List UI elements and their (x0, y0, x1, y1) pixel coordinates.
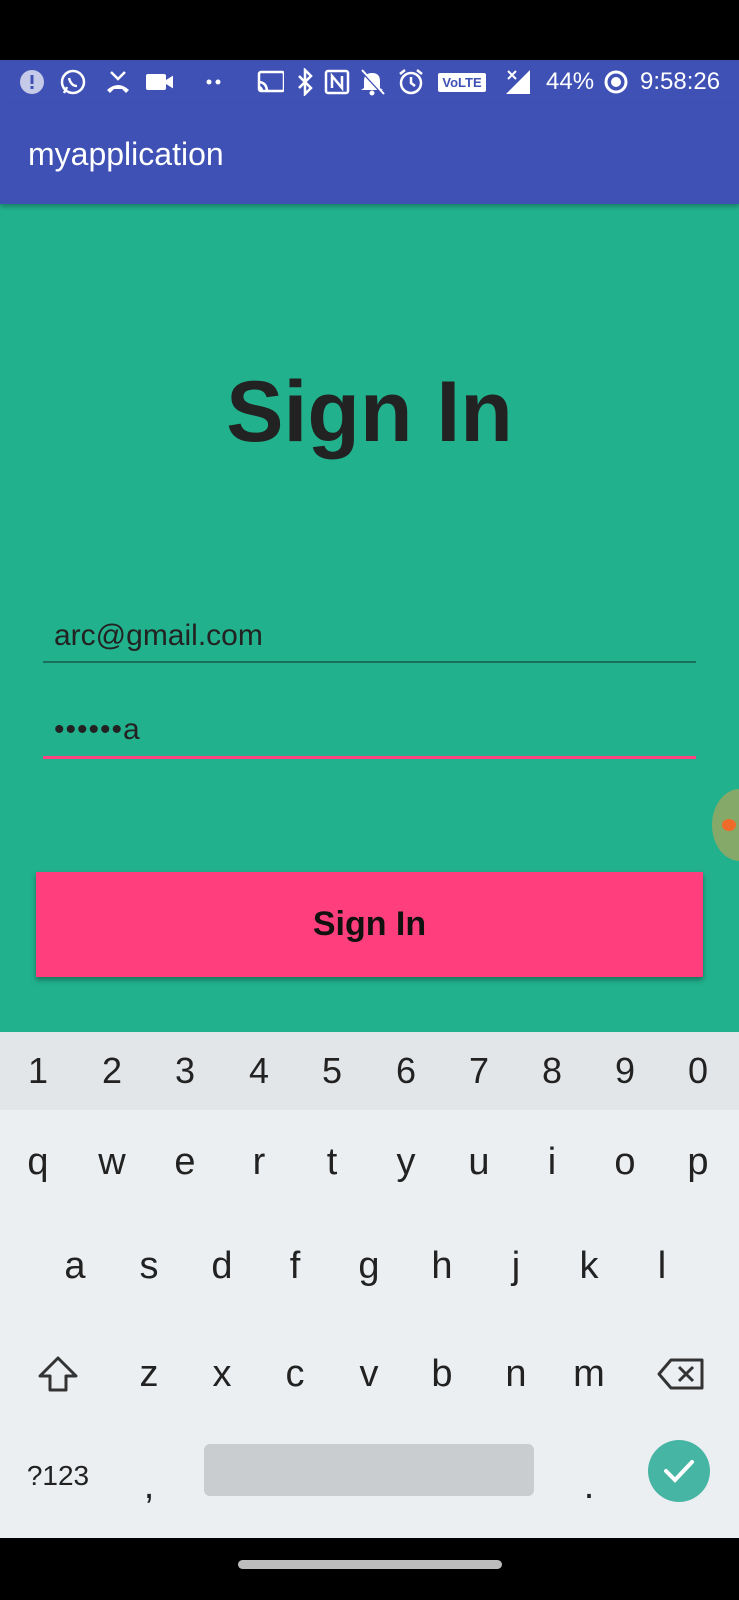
space-bar[interactable] (204, 1444, 534, 1496)
key-comma[interactable]: , (113, 1434, 185, 1538)
key-k[interactable]: k (553, 1214, 625, 1318)
video-icon (145, 68, 173, 96)
email-field[interactable]: arc@gmail.com (43, 614, 696, 664)
page-title: Sign In (226, 364, 513, 460)
key-j[interactable]: j (480, 1214, 552, 1318)
key-2[interactable]: 2 (76, 1032, 148, 1110)
key-1[interactable]: 1 (2, 1032, 74, 1110)
status-bar: VoLTE 44% 9:58:26 (0, 60, 739, 104)
bottom-row: ?123 , . (0, 1424, 739, 1528)
key-v[interactable]: v (333, 1322, 405, 1426)
done-check-icon[interactable] (648, 1440, 710, 1502)
alert-icon (18, 68, 46, 96)
key-r[interactable]: r (223, 1110, 295, 1214)
key-t[interactable]: t (296, 1110, 368, 1214)
key-z[interactable]: z (113, 1322, 185, 1426)
key-a[interactable]: a (39, 1214, 111, 1318)
key-7[interactable]: 7 (443, 1032, 515, 1110)
key-g[interactable]: g (333, 1214, 405, 1318)
missed-call-icon (104, 68, 132, 96)
key-i[interactable]: i (516, 1110, 588, 1214)
nfc-icon (323, 68, 351, 96)
key-3[interactable]: 3 (149, 1032, 221, 1110)
keyboard: 1 2 3 4 5 6 7 8 9 0 q w e r t y u i o p … (0, 1032, 739, 1538)
key-n[interactable]: n (480, 1322, 552, 1426)
battery-saver-icon (602, 68, 630, 96)
key-5[interactable]: 5 (296, 1032, 368, 1110)
symbols-key[interactable]: ?123 (14, 1424, 102, 1528)
key-h[interactable]: h (406, 1214, 478, 1318)
key-w[interactable]: w (76, 1110, 148, 1214)
key-u[interactable]: u (443, 1110, 515, 1214)
signal-icon (504, 68, 532, 96)
key-y[interactable]: y (370, 1110, 442, 1214)
bluetooth-icon (291, 68, 319, 96)
key-o[interactable]: o (589, 1110, 661, 1214)
battery-percent: 44% (546, 68, 595, 95)
letter-row-1: q w e r t y u i o p (0, 1110, 739, 1214)
backspace-icon[interactable] (643, 1322, 719, 1426)
key-8[interactable]: 8 (516, 1032, 588, 1110)
letter-row-3: z x c v b n m (0, 1322, 739, 1426)
clock: 9:58:26 (640, 68, 721, 95)
shift-icon[interactable] (20, 1322, 96, 1426)
key-q[interactable]: q (2, 1110, 74, 1214)
navigation-bar (0, 1538, 739, 1600)
floating-bubble-icon[interactable] (712, 789, 739, 861)
key-x[interactable]: x (186, 1322, 258, 1426)
password-underline (43, 756, 696, 759)
key-c[interactable]: c (259, 1322, 331, 1426)
password-value: ••••••a (54, 713, 141, 746)
key-period[interactable]: . (553, 1434, 625, 1538)
key-p[interactable]: p (662, 1110, 734, 1214)
app-title: myapplication (28, 136, 224, 172)
alarm-icon (397, 68, 425, 96)
key-0[interactable]: 0 (662, 1032, 734, 1110)
mute-icon (358, 68, 386, 96)
cast-icon (256, 68, 284, 96)
app-bar: myapplication (0, 104, 739, 204)
key-e[interactable]: e (149, 1110, 221, 1214)
key-d[interactable]: d (186, 1214, 258, 1318)
key-b[interactable]: b (406, 1322, 478, 1426)
dots-icon (200, 68, 228, 96)
number-row: 1 2 3 4 5 6 7 8 9 0 (0, 1032, 739, 1110)
email-underline (43, 661, 696, 663)
key-9[interactable]: 9 (589, 1032, 661, 1110)
key-l[interactable]: l (626, 1214, 698, 1318)
key-4[interactable]: 4 (223, 1032, 295, 1110)
key-s[interactable]: s (113, 1214, 185, 1318)
volte-icon: VoLTE (436, 68, 488, 96)
whatsapp-icon (59, 68, 87, 96)
key-m[interactable]: m (553, 1322, 625, 1426)
key-6[interactable]: 6 (370, 1032, 442, 1110)
key-f[interactable]: f (259, 1214, 331, 1318)
email-value: arc@gmail.com (54, 619, 263, 652)
sign-in-button[interactable]: Sign In (36, 872, 703, 977)
password-field[interactable]: ••••••a (43, 708, 696, 760)
home-gesture-handle[interactable] (238, 1560, 502, 1569)
sign-in-form: Sign In arc@gmail.com ••••••a Sign In (0, 204, 739, 1032)
letter-row-2: a s d f g h j k l (0, 1214, 739, 1318)
